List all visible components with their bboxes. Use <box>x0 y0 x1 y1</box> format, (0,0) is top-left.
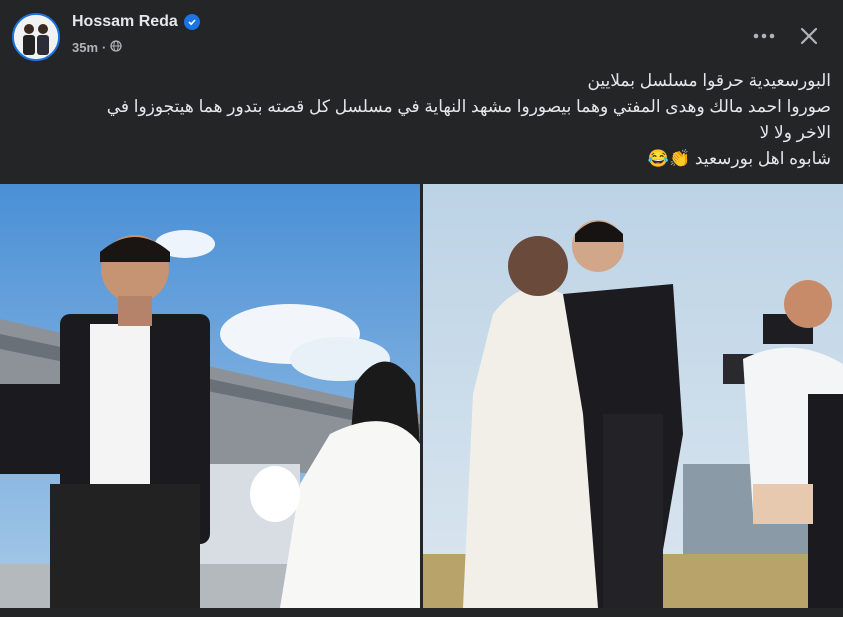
close-icon[interactable] <box>793 20 825 52</box>
author-name[interactable]: Hossam Reda <box>72 13 178 31</box>
author-name-row: Hossam Reda <box>72 13 200 31</box>
post-text-line: البورسعيدية حرقوا مسلسل بملايين <box>587 71 831 90</box>
post-header: Hossam Reda 35m · <box>0 0 843 70</box>
post-meta: 35m · <box>72 40 123 55</box>
more-options-icon[interactable] <box>748 22 780 50</box>
post-text-line: شابوه اهل بورسعيد 👏😂 <box>647 149 831 168</box>
globe-icon <box>110 40 123 55</box>
post-text: البورسعيدية حرقوا مسلسل بملايين صوروا اح… <box>11 68 831 172</box>
post-time[interactable]: 35m <box>72 40 98 55</box>
verified-badge-icon <box>183 14 200 30</box>
meta-separator: · <box>102 40 107 55</box>
post-text-line: صوروا احمد مالك وهدى المفتي وهما بيصوروا… <box>106 97 831 116</box>
photo-right[interactable] <box>423 184 843 608</box>
author-avatar[interactable] <box>12 13 60 61</box>
post-text-line: الاخر ولا لا <box>759 123 831 142</box>
photo-left[interactable] <box>0 184 420 608</box>
post-media <box>0 184 843 608</box>
